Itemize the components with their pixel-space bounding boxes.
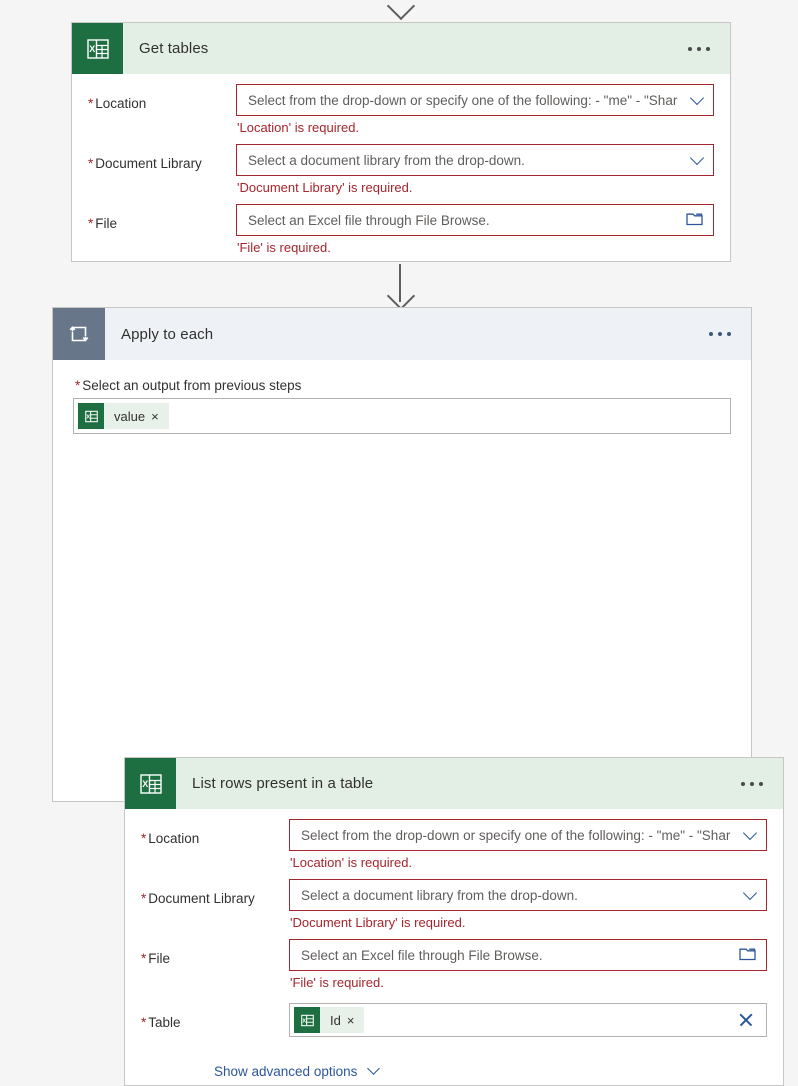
error-location: 'Location' is required.: [237, 120, 360, 135]
required-asterisk: *: [141, 891, 147, 906]
ellipsis-dot: [759, 781, 763, 786]
token-label-value: value: [114, 408, 146, 424]
location-dropdown[interactable]: Select from the drop-down or specify one…: [236, 84, 714, 116]
field-label-document-library: * Document Library: [88, 156, 202, 171]
file-picker[interactable]: Select an Excel file through File Browse…: [289, 939, 767, 971]
field-row-location: * Location Select from the drop-down or s…: [72, 74, 730, 136]
action-card-get-tables[interactable]: X Get tables * Location Select from the d…: [71, 22, 731, 262]
arrowhead-icon: [386, 281, 416, 311]
error-document-library: 'Document Library' is required.: [290, 915, 466, 930]
required-asterisk: *: [141, 951, 147, 966]
document-library-dropdown[interactable]: Select a document library from the drop-…: [289, 879, 767, 911]
token-chip-id[interactable]: X Id ×: [294, 1007, 365, 1033]
select-output-input[interactable]: X value ×: [73, 398, 731, 434]
more-commands-button-list-rows[interactable]: [737, 776, 767, 792]
error-location: 'Location' is required.: [290, 855, 413, 870]
loop-container-apply-to-each[interactable]: Apply to each * Select an output from pre…: [52, 307, 784, 1086]
ellipsis-dot: [688, 46, 692, 51]
location-placeholder: Select from the drop-down or specify one…: [301, 827, 731, 843]
document-library-dropdown[interactable]: Select a document library from the drop-…: [236, 144, 714, 176]
error-document-library: 'Document Library' is required.: [237, 180, 413, 195]
card-body-get-tables: * Location Select from the drop-down or s…: [72, 74, 730, 256]
required-asterisk: *: [88, 156, 94, 171]
card-header-list-rows: X List rows present in a table: [125, 758, 783, 809]
field-label-location: * Location: [88, 96, 147, 111]
file-picker[interactable]: Select an Excel file through File Browse…: [236, 204, 714, 236]
required-asterisk: *: [141, 1015, 147, 1030]
excel-icon: X: [72, 23, 123, 74]
card-header-apply-to-each: Apply to each: [53, 308, 751, 360]
token-remove-button[interactable]: ×: [151, 410, 169, 423]
card-title-list-rows: List rows present in a table: [192, 775, 374, 792]
more-commands-button-apply-to-each[interactable]: [705, 326, 735, 342]
flow-designer-canvas: X Get tables * Location Select from the d…: [0, 0, 798, 1086]
required-asterisk: *: [141, 831, 147, 846]
card-header-get-tables: X Get tables: [72, 23, 730, 74]
svg-text:X: X: [302, 1018, 306, 1024]
field-row-location: * Location Select from the drop-down or s…: [125, 809, 783, 871]
document-library-placeholder: Select a document library from the drop-…: [248, 152, 525, 168]
file-placeholder: Select an Excel file through File Browse…: [248, 212, 490, 228]
token-remove-button[interactable]: ×: [347, 1014, 365, 1027]
field-label-table: * Table: [141, 1015, 181, 1030]
token-chip-value[interactable]: X value ×: [78, 403, 169, 429]
field-label-file: * File: [88, 216, 118, 231]
file-browse-icon[interactable]: [686, 211, 703, 229]
show-advanced-options-link[interactable]: Show advanced options: [214, 1062, 381, 1079]
field-label-location: * Location: [141, 831, 200, 846]
card-body-list-rows: * Location Select from the drop-down or s…: [125, 809, 783, 1079]
loop-body: * Select an output from previous steps X …: [53, 360, 784, 1086]
error-file: 'File' is required.: [237, 240, 331, 255]
ellipsis-dot: [709, 332, 713, 336]
clear-icon[interactable]: [738, 1012, 754, 1028]
advanced-options-row: Show advanced options: [125, 1037, 783, 1079]
svg-text:X: X: [142, 779, 148, 789]
required-asterisk: *: [88, 216, 94, 231]
ellipsis-dot: [750, 781, 754, 786]
excel-icon: X: [294, 1007, 320, 1033]
action-card-list-rows[interactable]: X List rows present in a table * Locatio…: [124, 757, 784, 1086]
file-placeholder: Select an Excel file through File Browse…: [301, 947, 543, 963]
file-browse-icon[interactable]: [739, 946, 756, 964]
show-advanced-options-label: Show advanced options: [214, 1064, 358, 1079]
field-row-file: * File Select an Excel file through File …: [72, 196, 730, 256]
ellipsis-dot: [697, 46, 701, 51]
location-placeholder: Select from the drop-down or specify one…: [248, 92, 678, 108]
ellipsis-dot: [727, 332, 731, 336]
required-asterisk: *: [88, 96, 94, 111]
field-label-select-output: * Select an output from previous steps: [75, 378, 302, 393]
location-dropdown[interactable]: Select from the drop-down or specify one…: [289, 819, 767, 851]
field-row-table: * Table X Id ×: [125, 991, 783, 1037]
required-asterisk: *: [75, 378, 81, 393]
excel-icon: X: [125, 758, 176, 809]
ellipsis-dot: [741, 781, 745, 786]
table-input[interactable]: X Id ×: [289, 1003, 767, 1037]
more-commands-button-get-tables[interactable]: [684, 41, 714, 57]
field-row-document-library: * Document Library Select a document libr…: [125, 871, 783, 931]
svg-text:X: X: [86, 414, 90, 420]
document-library-placeholder: Select a document library from the drop-…: [301, 887, 578, 903]
ellipsis-dot: [706, 46, 710, 51]
field-row-file: * File Select an Excel file through File …: [125, 931, 783, 991]
field-label-file: * File: [141, 951, 171, 966]
excel-icon: X: [78, 403, 104, 429]
field-label-document-library: * Document Library: [141, 891, 255, 906]
chevron-down-icon: [367, 1062, 381, 1075]
error-file: 'File' is required.: [290, 975, 384, 990]
loop-icon: [53, 308, 105, 360]
card-title-apply-to-each: Apply to each: [121, 325, 214, 343]
svg-text:X: X: [89, 44, 95, 54]
field-row-document-library: * Document Library Select a document libr…: [72, 136, 730, 196]
card-title-get-tables: Get tables: [139, 40, 209, 57]
token-label-id: Id: [330, 1012, 341, 1028]
arrowhead-icon: [386, 0, 416, 21]
ellipsis-dot: [718, 332, 722, 336]
